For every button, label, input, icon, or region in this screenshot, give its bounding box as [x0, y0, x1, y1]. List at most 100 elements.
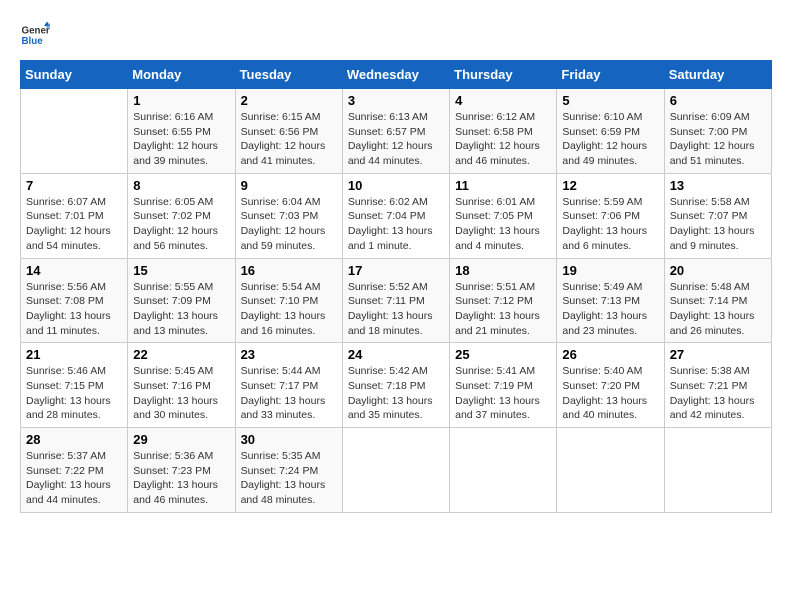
day-number: 26 — [562, 347, 658, 362]
calendar-cell: 8 Sunrise: 6:05 AM Sunset: 7:02 PM Daylig… — [128, 173, 235, 258]
day-info: Sunrise: 6:12 AM Sunset: 6:58 PM Dayligh… — [455, 110, 551, 169]
header-monday: Monday — [128, 61, 235, 89]
calendar-cell: 21Sunrise: 5:46 AM Sunset: 7:15 PM Dayli… — [21, 343, 128, 428]
calendar-cell — [21, 89, 128, 174]
week-row-5: 28 Sunrise: 5:37 AM Sunset: 7:22 PM Dayli… — [21, 428, 772, 513]
calendar-cell: 30 Sunrise: 5:35 AM Sunset: 7:24 PM Dayli… — [235, 428, 342, 513]
day-number: 12 — [562, 178, 658, 193]
calendar-cell: 14 Sunrise: 5:56 AM Sunset: 7:08 PM Dayli… — [21, 258, 128, 343]
header-tuesday: Tuesday — [235, 61, 342, 89]
day-number: 6 — [670, 93, 766, 108]
day-number: 13 — [670, 178, 766, 193]
day-number: 21 — [26, 347, 122, 362]
calendar-cell: 1Sunrise: 6:16 AM Sunset: 6:55 PM Daylig… — [128, 89, 235, 174]
calendar-cell — [450, 428, 557, 513]
day-number: 29 — [133, 432, 229, 447]
day-info: Sunrise: 5:36 AM Sunset: 7:23 PM Dayligh… — [133, 449, 229, 508]
calendar-cell: 6 Sunrise: 6:09 AM Sunset: 7:00 PM Daylig… — [664, 89, 771, 174]
day-info: Sunrise: 6:13 AM Sunset: 6:57 PM Dayligh… — [348, 110, 444, 169]
day-number: 8 — [133, 178, 229, 193]
day-number: 24 — [348, 347, 444, 362]
day-info: Sunrise: 6:04 AM Sunset: 7:03 PM Dayligh… — [241, 195, 337, 254]
week-row-3: 14 Sunrise: 5:56 AM Sunset: 7:08 PM Dayli… — [21, 258, 772, 343]
day-info: Sunrise: 6:02 AM Sunset: 7:04 PM Dayligh… — [348, 195, 444, 254]
day-info: Sunrise: 6:09 AM Sunset: 7:00 PM Dayligh… — [670, 110, 766, 169]
day-info: Sunrise: 5:48 AM Sunset: 7:14 PM Dayligh… — [670, 280, 766, 339]
week-row-2: 7 Sunrise: 6:07 AM Sunset: 7:01 PM Daylig… — [21, 173, 772, 258]
day-info: Sunrise: 5:59 AM Sunset: 7:06 PM Dayligh… — [562, 195, 658, 254]
day-number: 17 — [348, 263, 444, 278]
day-info: Sunrise: 5:44 AM Sunset: 7:17 PM Dayligh… — [241, 364, 337, 423]
day-info: Sunrise: 5:58 AM Sunset: 7:07 PM Dayligh… — [670, 195, 766, 254]
day-number: 23 — [241, 347, 337, 362]
calendar-cell: 22 Sunrise: 5:45 AM Sunset: 7:16 PM Dayli… — [128, 343, 235, 428]
calendar-cell: 4 Sunrise: 6:12 AM Sunset: 6:58 PM Daylig… — [450, 89, 557, 174]
header-sunday: Sunday — [21, 61, 128, 89]
header-thursday: Thursday — [450, 61, 557, 89]
calendar-cell: 17 Sunrise: 5:52 AM Sunset: 7:11 PM Dayli… — [342, 258, 449, 343]
day-info: Sunrise: 5:40 AM Sunset: 7:20 PM Dayligh… — [562, 364, 658, 423]
day-number: 10 — [348, 178, 444, 193]
calendar-cell: 16 Sunrise: 5:54 AM Sunset: 7:10 PM Dayli… — [235, 258, 342, 343]
calendar-cell: 13 Sunrise: 5:58 AM Sunset: 7:07 PM Dayli… — [664, 173, 771, 258]
calendar-cell: 7 Sunrise: 6:07 AM Sunset: 7:01 PM Daylig… — [21, 173, 128, 258]
day-number: 2 — [241, 93, 337, 108]
day-info: Sunrise: 5:55 AM Sunset: 7:09 PM Dayligh… — [133, 280, 229, 339]
header-row: SundayMondayTuesdayWednesdayThursdayFrid… — [21, 61, 772, 89]
day-number: 25 — [455, 347, 551, 362]
day-number: 30 — [241, 432, 337, 447]
day-number: 22 — [133, 347, 229, 362]
day-info: Sunrise: 5:41 AM Sunset: 7:19 PM Dayligh… — [455, 364, 551, 423]
day-info: Sunrise: 6:05 AM Sunset: 7:02 PM Dayligh… — [133, 195, 229, 254]
calendar-cell: 24Sunrise: 5:42 AM Sunset: 7:18 PM Dayli… — [342, 343, 449, 428]
calendar-cell: 28 Sunrise: 5:37 AM Sunset: 7:22 PM Dayli… — [21, 428, 128, 513]
day-info: Sunrise: 5:38 AM Sunset: 7:21 PM Dayligh… — [670, 364, 766, 423]
day-number: 28 — [26, 432, 122, 447]
day-number: 15 — [133, 263, 229, 278]
calendar-cell: 2 Sunrise: 6:15 AM Sunset: 6:56 PM Daylig… — [235, 89, 342, 174]
day-number: 11 — [455, 178, 551, 193]
day-number: 16 — [241, 263, 337, 278]
day-info: Sunrise: 5:45 AM Sunset: 7:16 PM Dayligh… — [133, 364, 229, 423]
day-info: Sunrise: 5:49 AM Sunset: 7:13 PM Dayligh… — [562, 280, 658, 339]
calendar-table: SundayMondayTuesdayWednesdayThursdayFrid… — [20, 60, 772, 513]
calendar-cell: 15 Sunrise: 5:55 AM Sunset: 7:09 PM Dayli… — [128, 258, 235, 343]
calendar-cell: 9 Sunrise: 6:04 AM Sunset: 7:03 PM Daylig… — [235, 173, 342, 258]
day-number: 7 — [26, 178, 122, 193]
day-info: Sunrise: 6:15 AM Sunset: 6:56 PM Dayligh… — [241, 110, 337, 169]
calendar-cell: 20 Sunrise: 5:48 AM Sunset: 7:14 PM Dayli… — [664, 258, 771, 343]
day-number: 19 — [562, 263, 658, 278]
calendar-cell: 27Sunrise: 5:38 AM Sunset: 7:21 PM Dayli… — [664, 343, 771, 428]
calendar-cell: 23 Sunrise: 5:44 AM Sunset: 7:17 PM Dayli… — [235, 343, 342, 428]
day-number: 3 — [348, 93, 444, 108]
header-wednesday: Wednesday — [342, 61, 449, 89]
svg-text:Blue: Blue — [22, 36, 44, 47]
logo: General Blue — [20, 20, 50, 50]
calendar-cell: 29 Sunrise: 5:36 AM Sunset: 7:23 PM Dayli… — [128, 428, 235, 513]
day-info: Sunrise: 6:16 AM Sunset: 6:55 PM Dayligh… — [133, 110, 229, 169]
day-info: Sunrise: 5:51 AM Sunset: 7:12 PM Dayligh… — [455, 280, 551, 339]
day-number: 14 — [26, 263, 122, 278]
day-info: Sunrise: 6:10 AM Sunset: 6:59 PM Dayligh… — [562, 110, 658, 169]
calendar-cell: 12 Sunrise: 5:59 AM Sunset: 7:06 PM Dayli… — [557, 173, 664, 258]
day-info: Sunrise: 5:56 AM Sunset: 7:08 PM Dayligh… — [26, 280, 122, 339]
day-number: 5 — [562, 93, 658, 108]
day-info: Sunrise: 5:35 AM Sunset: 7:24 PM Dayligh… — [241, 449, 337, 508]
svg-text:General: General — [22, 26, 51, 37]
day-info: Sunrise: 5:52 AM Sunset: 7:11 PM Dayligh… — [348, 280, 444, 339]
day-info: Sunrise: 5:54 AM Sunset: 7:10 PM Dayligh… — [241, 280, 337, 339]
day-info: Sunrise: 5:37 AM Sunset: 7:22 PM Dayligh… — [26, 449, 122, 508]
day-info: Sunrise: 6:07 AM Sunset: 7:01 PM Dayligh… — [26, 195, 122, 254]
calendar-cell: 18Sunrise: 5:51 AM Sunset: 7:12 PM Dayli… — [450, 258, 557, 343]
calendar-cell: 26 Sunrise: 5:40 AM Sunset: 7:20 PM Dayli… — [557, 343, 664, 428]
calendar-cell: 5 Sunrise: 6:10 AM Sunset: 6:59 PM Daylig… — [557, 89, 664, 174]
day-number: 4 — [455, 93, 551, 108]
week-row-4: 21Sunrise: 5:46 AM Sunset: 7:15 PM Dayli… — [21, 343, 772, 428]
calendar-cell: 3 Sunrise: 6:13 AM Sunset: 6:57 PM Daylig… — [342, 89, 449, 174]
day-number: 9 — [241, 178, 337, 193]
week-row-1: 1Sunrise: 6:16 AM Sunset: 6:55 PM Daylig… — [21, 89, 772, 174]
logo-icon: General Blue — [20, 20, 50, 50]
calendar-cell: 19 Sunrise: 5:49 AM Sunset: 7:13 PM Dayli… — [557, 258, 664, 343]
day-number: 20 — [670, 263, 766, 278]
calendar-cell: 25 Sunrise: 5:41 AM Sunset: 7:19 PM Dayli… — [450, 343, 557, 428]
